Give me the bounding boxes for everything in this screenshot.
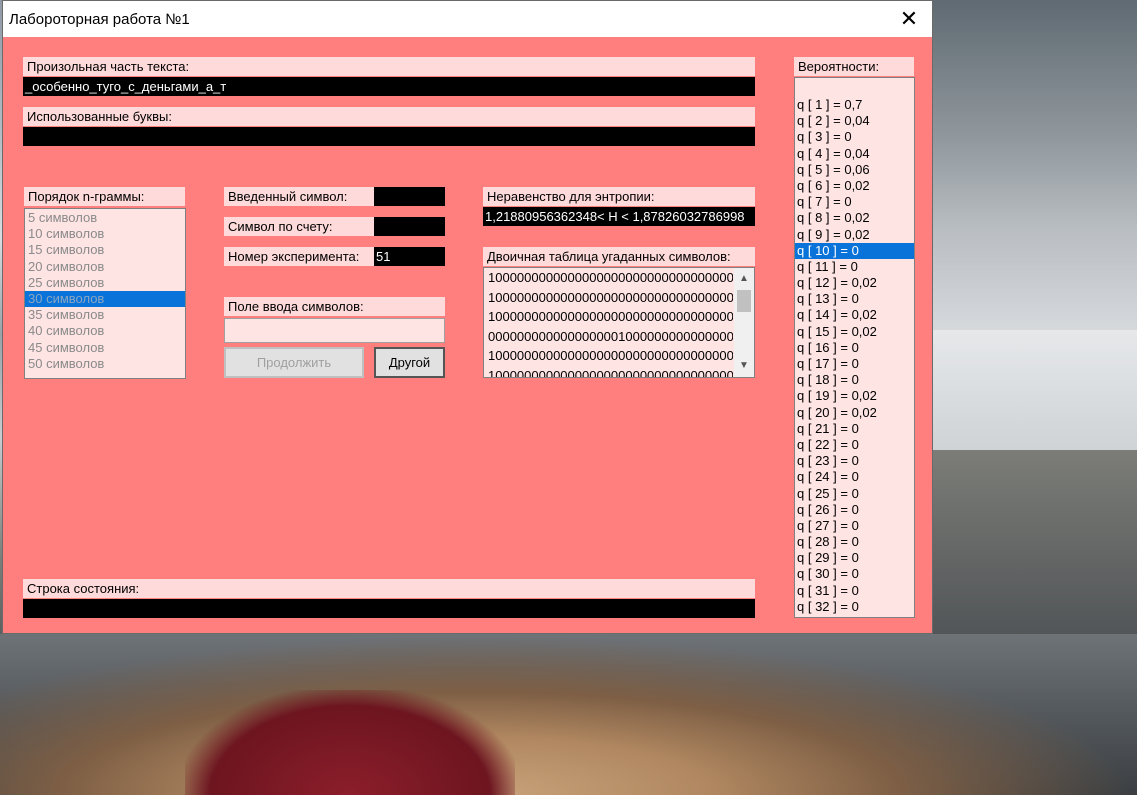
probability-item[interactable]: q [ 29 ] = 0	[795, 550, 914, 566]
other-button[interactable]: Другой	[374, 347, 445, 378]
probability-item[interactable]: q [ 16 ] = 0	[795, 340, 914, 356]
symbol-count-value	[374, 217, 445, 236]
status-label: Строка состояния:	[23, 579, 755, 598]
window-title: Лабороторная работа №1	[9, 11, 190, 28]
scroll-down-icon[interactable]: ▼	[734, 357, 754, 375]
scroll-thumb[interactable]	[737, 290, 751, 312]
probability-item[interactable]: q [ 10 ] = 0	[795, 242, 914, 259]
probability-item[interactable]: q [ 5 ] = 0,06	[795, 162, 914, 178]
probability-item[interactable]: q [ 20 ] = 0,02	[795, 405, 914, 421]
probabilities-listbox[interactable]: q [ 1 ] = 0,7 q [ 2 ] = 0,04 q [ 3 ] = 0q …	[794, 77, 915, 618]
binary-table-row[interactable]: 000000000000000000100000000000000000	[484, 327, 733, 347]
title-bar[interactable]: Лабороторная работа №1 ✕	[3, 1, 932, 37]
entropy-label: Неравенство для энтропии:	[483, 187, 755, 206]
probability-item[interactable]: q [ 23 ] = 0	[795, 453, 914, 469]
used-letters-value	[23, 127, 755, 146]
probability-item[interactable]: q [ 25 ] = 0	[795, 486, 914, 502]
probability-item[interactable]: q [ 6 ] = 0,02	[795, 178, 914, 194]
binary-table-row[interactable]: 100000000000000000000000000000000000	[484, 288, 733, 308]
ngram-option[interactable]: 50 символов	[25, 356, 185, 372]
probability-item[interactable]: q [ 8 ] = 0,02	[795, 210, 914, 226]
random-text-label: Произольная часть текста:	[23, 57, 755, 76]
entered-symbol-label: Введенный символ:	[224, 187, 374, 206]
desktop-background-scarf	[185, 690, 515, 795]
symbol-input-label: Поле ввода символов:	[224, 297, 445, 316]
ngram-option[interactable]: 25 символов	[25, 275, 185, 291]
desktop-background-dog	[0, 634, 1137, 795]
ngram-option[interactable]: 5 символов	[25, 210, 185, 226]
probability-item[interactable]: q [ 14 ] = 0,02	[795, 307, 914, 323]
experiment-number-value: 51	[374, 247, 445, 266]
probability-item[interactable]: q [ 19 ] = 0,02	[795, 388, 914, 404]
probability-item[interactable]: q [ 17 ] = 0	[795, 356, 914, 372]
entropy-value: 1,21880956362348< H < 1,87826032786998	[483, 207, 755, 226]
binary-table-row[interactable]: 100000000000000000000000000000000000	[484, 366, 733, 378]
binary-table-row[interactable]: 100000000000000000000000000000000000	[484, 346, 733, 366]
binary-table-row[interactable]: 100000000000000000000000000000000000	[484, 268, 733, 288]
probability-item[interactable]: q [ 11 ] = 0	[795, 259, 914, 275]
probability-item[interactable]: q [ 9 ] = 0,02	[795, 227, 914, 243]
probability-item[interactable]: q [ 18 ] = 0	[795, 372, 914, 388]
probability-item[interactable]: q [ 1 ] = 0,7	[795, 97, 914, 113]
symbol-input-field[interactable]	[224, 318, 445, 343]
probability-item[interactable]: q [ 13 ] = 0	[795, 291, 914, 307]
probability-item[interactable]: q [ 30 ] = 0	[795, 566, 914, 582]
probability-item[interactable]: q [ 4 ] = 0,04	[795, 146, 914, 162]
ngram-listbox[interactable]: 5 символов 10 символов 15 символов 20 симво…	[24, 208, 186, 379]
binary-table-row[interactable]: 100000000000000000000000000000000000	[484, 307, 733, 327]
ngram-option[interactable]: 30 символов	[25, 290, 185, 308]
ngram-option[interactable]: 40 символов	[25, 323, 185, 339]
close-icon[interactable]: ✕	[886, 1, 932, 37]
ngram-option[interactable]: 45 символов	[25, 340, 185, 356]
probability-item[interactable]: q [ 31 ] = 0	[795, 583, 914, 599]
experiment-number-label: Номер эксперимента:	[224, 247, 374, 266]
binary-table-listbox[interactable]: 100000000000000000000000000000000000 1000…	[483, 267, 755, 378]
probability-item[interactable]: q [ 32 ] = 0	[795, 599, 914, 615]
ngram-option[interactable]: 15 символов	[25, 242, 185, 258]
ngram-option[interactable]: 35 символов	[25, 307, 185, 323]
binary-table-scrollbar[interactable]: ▲ ▼	[734, 268, 754, 377]
app-window: Лабороторная работа №1 ✕ Произольная час…	[2, 0, 933, 634]
status-value	[23, 599, 755, 618]
continue-button[interactable]: Продолжить	[224, 347, 364, 378]
probability-item[interactable]: q [ 2 ] = 0,04	[795, 113, 914, 129]
ngram-option[interactable]: 20 символов	[25, 259, 185, 275]
binary-table-label: Двоичная таблица угаданных символов:	[483, 247, 755, 266]
probability-item[interactable]: q [ 26 ] = 0	[795, 502, 914, 518]
binary-table-rows: 100000000000000000000000000000000000 1000…	[484, 268, 754, 378]
probability-item[interactable]: q [ 21 ] = 0	[795, 421, 914, 437]
probability-item[interactable]: q [ 7 ] = 0	[795, 194, 914, 210]
desktop-background-trees	[933, 0, 1137, 330]
probabilities-label: Вероятности:	[794, 57, 914, 76]
used-letters-label: Использованные буквы:	[23, 107, 755, 126]
probability-item[interactable]: q [ 28 ] = 0	[795, 534, 914, 550]
symbol-count-label: Символ по счету:	[224, 217, 374, 236]
probability-item[interactable]: q [ 22 ] = 0	[795, 437, 914, 453]
probability-item[interactable]: q [ 24 ] = 0	[795, 469, 914, 485]
probability-item[interactable]: q [ 27 ] = 0	[795, 518, 914, 534]
entered-symbol-value	[374, 187, 445, 206]
probability-item[interactable]: q [ 15 ] = 0,02	[795, 324, 914, 340]
random-text-value: _особенно_туго_с_деньгами_а_т	[23, 77, 755, 96]
probability-item[interactable]: q [ 3 ] = 0	[795, 129, 914, 145]
probability-item[interactable]: q [ 12 ] = 0,02	[795, 275, 914, 291]
desktop-background-snow	[933, 330, 1137, 450]
scroll-up-icon[interactable]: ▲	[734, 270, 754, 288]
ngram-label: Порядок n-граммы:	[24, 187, 185, 206]
ngram-option[interactable]: 10 символов	[25, 226, 185, 242]
